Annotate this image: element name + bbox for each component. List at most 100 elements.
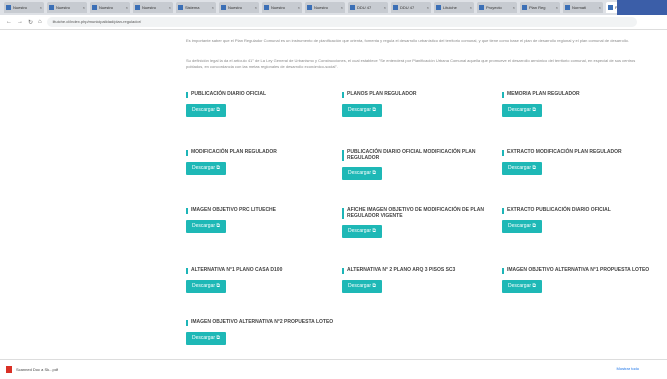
download-button[interactable]: Descargar ⧉ — [342, 167, 382, 180]
tab-label: Sistema — [185, 5, 200, 10]
external-link-icon: ⧉ — [215, 164, 221, 171]
external-link-icon: ⧉ — [531, 222, 537, 229]
document-card: AFICHE IMAGEN OBJETIVO DE MODIFICACIÓN D… — [342, 207, 492, 238]
favicon-icon — [221, 5, 226, 10]
browser-tab[interactable]: Nuestro × — [219, 2, 259, 13]
browser-tab[interactable]: Sistema × — [176, 2, 216, 13]
document-card: ALTERNATIVA N°1 PLANO CASA D100 Descargar… — [186, 267, 336, 293]
document-card: PUBLICACIÓN DIARIO OFICIAL Descargar ⧉ — [186, 91, 336, 117]
download-button[interactable]: Descargar ⧉ — [502, 103, 542, 117]
document-card: MODIFICACIÓN PLAN REGULADOR Descargar ⧉ — [186, 149, 336, 175]
forward-icon[interactable]: → — [17, 19, 23, 25]
download-button-label: Descargar — [347, 282, 372, 289]
tab-label: Nuestro — [99, 5, 114, 10]
document-title: ALTERNATIVA N°1 PLANO CASA D100 — [186, 267, 336, 274]
document-card: IMAGEN OBJETIVO PRC LITUECHE Descargar ⧉ — [186, 207, 336, 233]
download-button[interactable]: Descargar ⧉ — [342, 225, 382, 238]
close-tab-icon[interactable]: × — [427, 5, 429, 10]
close-tab-icon[interactable]: × — [169, 5, 171, 10]
close-tab-icon[interactable]: × — [126, 5, 128, 10]
favicon-icon — [436, 5, 441, 10]
document-title: EXTRACTO MODIFICACIÓN PLAN REGULADOR — [502, 149, 652, 156]
close-tab-icon[interactable]: × — [255, 5, 257, 10]
download-button[interactable]: Descargar ⧉ — [186, 161, 226, 175]
browser-tab[interactable]: Nuestro × — [4, 2, 44, 13]
browser-tab[interactable]: Nuestro × — [305, 2, 345, 13]
window-controls[interactable] — [617, 0, 667, 15]
close-tab-icon[interactable]: × — [40, 5, 42, 10]
external-link-icon: ⧉ — [371, 170, 377, 176]
tab-label: Nuestro — [271, 5, 286, 10]
document-card: IMAGEN OBJETIVO ALTERNATIVA N°1 PROPUEST… — [502, 267, 652, 293]
close-tab-icon[interactable]: × — [513, 5, 515, 10]
download-button-label: Descargar — [191, 282, 216, 289]
favicon-icon — [393, 5, 398, 10]
browser-tab[interactable]: Nuestro × — [133, 2, 173, 13]
favicon-icon — [307, 5, 312, 10]
favicon-icon — [479, 5, 484, 10]
document-title: ALTERNATIVA N° 2 PLANO ARQ 3 PISOS SC3 — [342, 267, 492, 274]
download-button-label: Descargar — [191, 106, 216, 113]
browser-tab[interactable]: Nuestro × — [262, 2, 302, 13]
tab-label: Proyecto — [486, 5, 502, 10]
download-button[interactable]: Descargar ⧉ — [186, 331, 226, 345]
download-button-label: Descargar — [507, 164, 532, 171]
pdf-icon — [6, 366, 12, 373]
download-button[interactable]: Descargar ⧉ — [502, 219, 542, 233]
browser-tab[interactable]: Nuestro × — [47, 2, 87, 13]
browser-tab[interactable]: DDU 47 × — [391, 2, 431, 13]
external-link-icon: ⧉ — [371, 228, 377, 234]
close-tab-icon[interactable]: × — [599, 5, 601, 10]
tab-label: Plan Reg — [529, 5, 546, 10]
document-title: PUBLICACIÓN DIARIO OFICIAL MODIFICACIÓN … — [342, 149, 492, 161]
document-title: MODIFICACIÓN PLAN REGULADOR — [186, 149, 336, 156]
download-button[interactable]: Descargar ⧉ — [342, 103, 382, 117]
document-card: ALTERNATIVA N° 2 PLANO ARQ 3 PISOS SC3 De… — [342, 267, 492, 293]
tab-label: Lituiche — [443, 5, 457, 10]
close-tab-icon[interactable]: × — [298, 5, 300, 10]
download-button-label: Descargar — [347, 170, 372, 176]
external-link-icon: ⧉ — [215, 282, 221, 289]
browser-tab[interactable]: DDU 47 × — [348, 2, 388, 13]
download-button[interactable]: Descargar ⧉ — [186, 219, 226, 233]
favicon-icon — [49, 5, 54, 10]
back-icon[interactable]: ← — [6, 19, 12, 25]
download-button-label: Descargar — [507, 222, 532, 229]
download-button-label: Descargar — [507, 282, 532, 289]
show-all-link[interactable]: Mostrar todo — [617, 366, 639, 371]
browser-tab[interactable]: Plan Reg × — [520, 2, 560, 13]
intro-paragraph-1: Es importante saber que el Plan Regulado… — [186, 38, 629, 43]
tab-label: Nuestro — [13, 5, 28, 10]
download-button[interactable]: Descargar ⧉ — [186, 103, 226, 117]
favicon-icon — [608, 5, 613, 10]
document-card: MEMORIA PLAN REGULADOR Descargar ⧉ — [502, 91, 652, 117]
download-item[interactable]: Scanned Doc a Sk...pdf — [16, 367, 58, 372]
intro-paragraph-2: Su definición legal la da el artículo 41… — [186, 58, 636, 69]
close-tab-icon[interactable]: × — [341, 5, 343, 10]
download-button[interactable]: Descargar ⧉ — [186, 279, 226, 293]
tab-label: DDU 47 — [400, 5, 415, 10]
favicon-icon — [350, 5, 355, 10]
favicon-icon — [565, 5, 570, 10]
download-button[interactable]: Descargar ⧉ — [502, 161, 542, 175]
browser-tab[interactable]: Proyecto × — [477, 2, 517, 13]
close-tab-icon[interactable]: × — [384, 5, 386, 10]
reload-icon[interactable]: ↻ — [28, 19, 33, 26]
close-tab-icon[interactable]: × — [212, 5, 214, 10]
close-tab-icon[interactable]: × — [470, 5, 472, 10]
browser-tab[interactable]: Lituiche × — [434, 2, 474, 13]
browser-tab[interactable]: Nuestro × — [90, 2, 130, 13]
external-link-icon: ⧉ — [531, 164, 537, 171]
document-title: IMAGEN OBJETIVO PRC LITUECHE — [186, 207, 336, 214]
download-button[interactable]: Descargar ⧉ — [342, 279, 382, 293]
home-icon[interactable]: ⌂ — [38, 19, 42, 25]
close-tab-icon[interactable]: × — [556, 5, 558, 10]
document-title: IMAGEN OBJETIVO ALTERNATIVA N°2 PROPUEST… — [186, 319, 336, 326]
download-button-label: Descargar — [347, 228, 372, 234]
favicon-icon — [522, 5, 527, 10]
browser-tab[interactable]: Normati × — [563, 2, 603, 13]
page-content: Es importante saber que el Plan Regulado… — [0, 30, 667, 359]
download-button[interactable]: Descargar ⧉ — [502, 279, 542, 293]
url-field[interactable]: lituiche.cl/index.php/municipalidad/plan… — [46, 17, 637, 27]
close-tab-icon[interactable]: × — [83, 5, 85, 10]
